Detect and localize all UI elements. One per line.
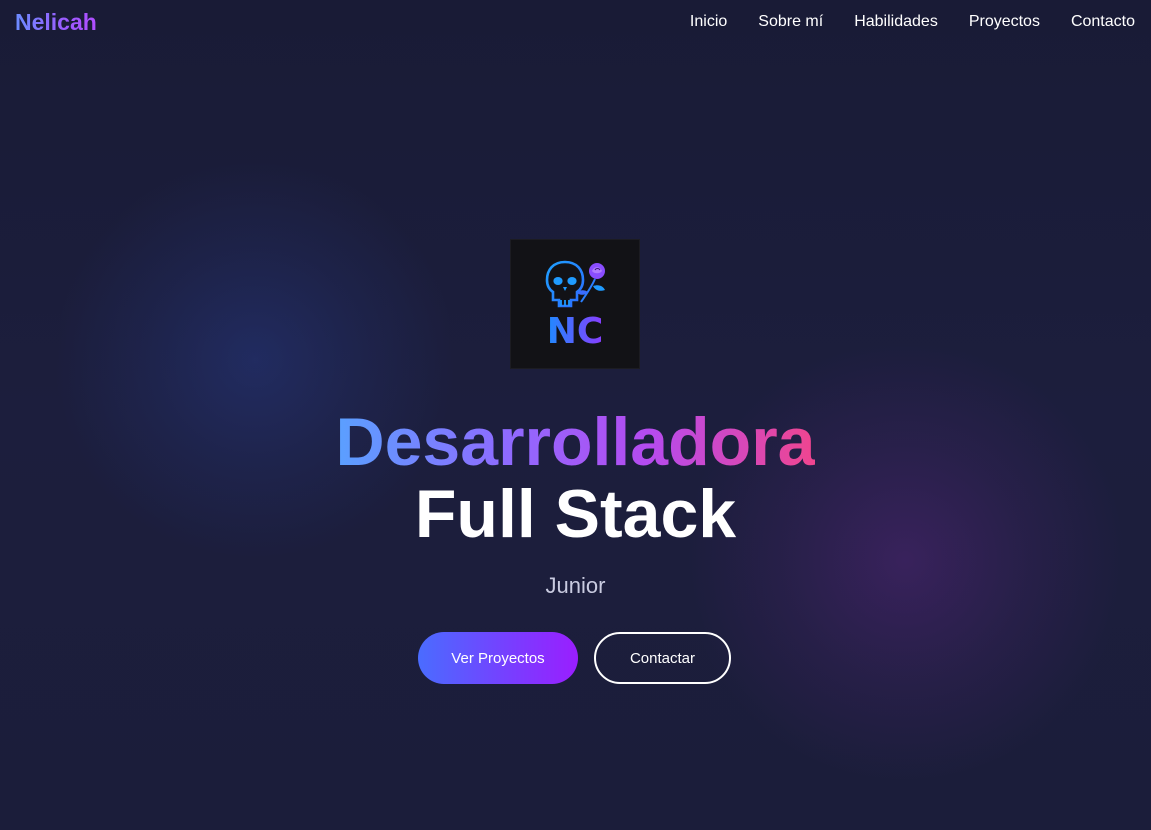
hero-title-gradient-text: Desarrolladora (335, 404, 816, 480)
top-navbar: Nelicah Inicio Sobre mí Habilidades Proy… (0, 0, 1151, 44)
view-projects-button[interactable]: Ver Proyectos (418, 632, 578, 684)
nav-link-sobre-mi[interactable]: Sobre mí (758, 13, 823, 30)
logo-monogram: NC (547, 311, 604, 352)
nav-item-sobre-mi: Sobre mí (758, 11, 823, 33)
brand-logo-text[interactable]: Nelicah (15, 8, 97, 36)
nav-link-proyectos[interactable]: Proyectos (969, 13, 1040, 30)
nav-menu: Inicio Sobre mí Habilidades Proyectos Co… (690, 11, 1135, 33)
contact-button[interactable]: Contactar (594, 632, 731, 684)
hero-title-line1: Desarrolladora (0, 404, 1151, 480)
nav-item-proyectos: Proyectos (969, 11, 1040, 33)
skull-rose-logo-icon: NC (545, 260, 605, 352)
hero-section: NC Desarrolladora Full Stack Junior Ver … (0, 0, 1151, 830)
nav-item-inicio: Inicio (690, 11, 727, 33)
nav-link-inicio[interactable]: Inicio (690, 13, 727, 30)
nav-item-contacto: Contacto (1071, 11, 1135, 33)
hero-subtitle: Junior (545, 573, 606, 598)
nav-item-habilidades: Habilidades (854, 11, 938, 33)
nav-link-habilidades[interactable]: Habilidades (854, 13, 938, 30)
hero-title-line2: Full Stack (414, 476, 737, 552)
skull-icon (545, 260, 585, 308)
profile-logo: NC (511, 240, 639, 368)
nav-link-contacto[interactable]: Contacto (1071, 13, 1135, 30)
